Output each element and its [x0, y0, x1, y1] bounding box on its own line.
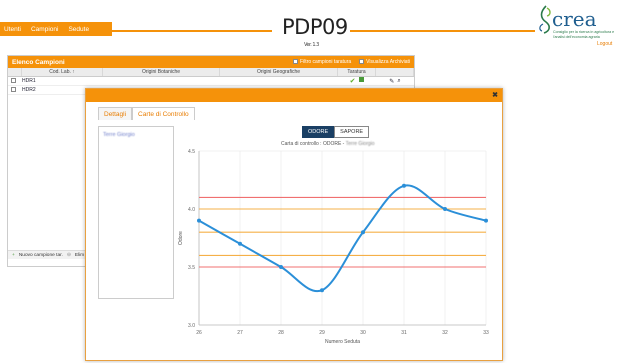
samples-panel-title: Elenco Campioni — [12, 58, 65, 66]
samples-table-header: Cod. Lab. ↑ Origini Botaniche Origini Ge… — [8, 68, 414, 77]
delete-icon: ⊖ — [66, 252, 71, 258]
data-point[interactable] — [443, 207, 447, 211]
header-rule-left — [112, 30, 272, 32]
delete-sample-button[interactable]: Elim — [75, 253, 84, 258]
y-tick-label: 3.0 — [188, 323, 195, 329]
show-archived-option[interactable]: Visualizza Archiviati — [359, 59, 410, 65]
data-point[interactable] — [402, 183, 406, 188]
show-archived-label: Visualizza Archiviati — [366, 59, 410, 65]
col-origini-botaniche[interactable]: Origini Botaniche — [103, 68, 220, 76]
x-tick-label: 29 — [319, 330, 325, 336]
data-point[interactable] — [361, 230, 365, 235]
search-icon[interactable]: ⌕ — [397, 78, 400, 85]
filter-taratura-option[interactable]: Filtro campioni taratura — [293, 59, 351, 65]
top-nav: Utenti Campioni Sedute — [0, 22, 112, 36]
x-tick-label: 33 — [483, 330, 489, 336]
check-icon: ✔ — [349, 78, 356, 85]
x-tick-label: 30 — [360, 330, 366, 336]
edit-icon[interactable]: ✎ — [389, 78, 394, 85]
y-tick-label: 4.0 — [188, 207, 195, 213]
row-code: HDR1 — [22, 78, 36, 84]
app-version: Ver. 1.3 — [304, 42, 319, 48]
crea-wordmark: crea — [552, 7, 597, 31]
x-axis-label: Numero Seduta — [325, 339, 360, 345]
sheet-icon[interactable] — [359, 77, 365, 82]
data-point[interactable] — [238, 241, 242, 246]
nav-utenti[interactable]: Utenti — [4, 26, 21, 33]
y-axis-label: Odore — [178, 231, 184, 245]
select-column — [8, 68, 22, 76]
nav-sedute[interactable]: Sedute — [68, 26, 89, 33]
series-line — [198, 184, 487, 293]
app-logo: PDP09 Ver. 1.3 — [282, 15, 348, 48]
x-tick-label: 31 — [401, 330, 407, 336]
x-tick-label: 27 — [237, 330, 243, 336]
table-row[interactable]: HDR1 ✔ ✎ ⌕ — [8, 77, 414, 86]
header-rule-right — [350, 30, 535, 32]
app-root: Utenti Campioni Sedute PDP09 Ver. 1.3 cr… — [0, 0, 620, 363]
row-checkbox[interactable] — [11, 78, 16, 84]
col-taratura[interactable]: Taratura — [338, 68, 376, 76]
y-tick-label: 3.5 — [188, 265, 195, 271]
x-tick-label: 32 — [442, 330, 448, 336]
app-title: PDP09 — [282, 15, 348, 39]
col-cod-lab[interactable]: Cod. Lab. ↑ — [22, 68, 103, 76]
crea-subtitle: Consiglio per la ricerca in agricoltura … — [553, 30, 615, 39]
show-archived-checkbox[interactable] — [359, 59, 365, 65]
control-chart: 3.0 3.5 4.0 4.5 26 27 28 29 30 31 32 33 Numero Sedut… — [178, 149, 489, 345]
data-point[interactable] — [320, 288, 324, 293]
x-tick-label: 28 — [278, 330, 284, 336]
col-origini-geografiche[interactable]: Origini Geografiche — [220, 68, 338, 76]
data-point[interactable] — [197, 218, 201, 223]
add-icon: + — [12, 252, 15, 258]
y-tick-label: 4.5 — [188, 149, 195, 155]
nav-campioni[interactable]: Campioni — [31, 26, 58, 33]
filter-taratura-checkbox[interactable] — [293, 59, 299, 65]
logout-link[interactable]: Logout — [597, 41, 612, 47]
actions-column — [376, 68, 414, 76]
row-checkbox[interactable] — [11, 87, 16, 93]
filter-taratura-label: Filtro campioni taratura — [300, 59, 352, 65]
data-point[interactable] — [484, 218, 488, 223]
samples-panel-header: Elenco Campioni Filtro campioni taratura… — [8, 56, 414, 68]
new-sample-button[interactable]: Nuovo campione tar. — [19, 253, 63, 258]
control-chart-dialog: ✖ Dettagli Carte di Controllo Terre Gior… — [85, 88, 503, 361]
x-tick-label: 26 — [196, 330, 202, 336]
data-point[interactable] — [279, 265, 283, 269]
